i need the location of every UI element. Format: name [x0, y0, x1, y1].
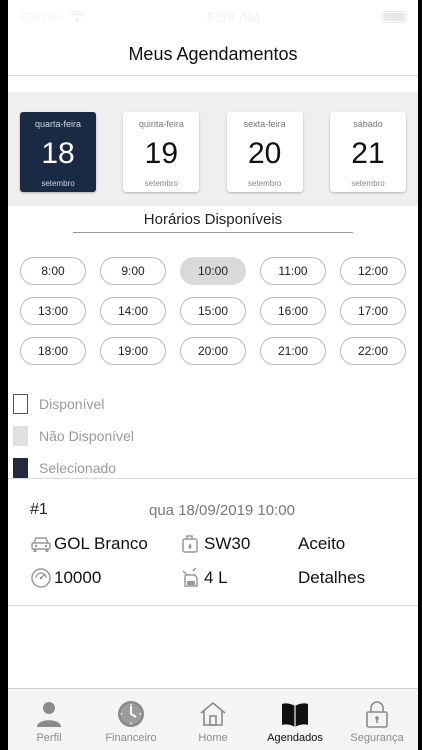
legend-label: Disponível	[39, 396, 105, 412]
legend-available: Disponível	[13, 388, 134, 420]
page-title: Meus Agendamentos	[128, 44, 298, 64]
time-slot[interactable]: 17:00	[340, 297, 406, 325]
day-card-1[interactable]: quinta-feira 19 setembro	[123, 112, 200, 192]
odometer-icon	[31, 568, 51, 588]
status-bar: Carrier 6:39 AM	[8, 0, 418, 34]
time-slot[interactable]: 15:00	[180, 297, 246, 325]
quantity-label: 4 L	[204, 568, 228, 587]
time-slot[interactable]: 20:00	[180, 337, 246, 365]
tab-label: Perfil	[36, 732, 62, 744]
tab-label: Home	[198, 732, 228, 744]
appointment-row: 10000 4 L Detalhes	[30, 565, 408, 591]
tab-label: Segurança	[350, 732, 404, 744]
day-number: 19	[144, 137, 179, 170]
time-slot[interactable]: 22:00	[340, 337, 406, 365]
car-icon	[31, 537, 51, 552]
tab-perfil[interactable]: Perfil	[9, 698, 89, 744]
page-title-bar: Meus Agendamentos	[8, 34, 418, 76]
legend-swatch-unavailable	[13, 426, 28, 446]
appointment-card[interactable]: #1 qua 18/09/2019 10:00 GOL Branco SW30 …	[8, 478, 418, 606]
day-month: setembro	[144, 179, 178, 188]
legend-label: Selecionado	[39, 460, 117, 476]
day-weekday: sexta-feira	[243, 119, 286, 129]
tab-label: Financeiro	[105, 732, 157, 744]
day-number: 21	[351, 137, 385, 170]
house-icon	[200, 701, 226, 726]
oil-type-label: SW30	[204, 534, 251, 553]
mileage-label: 10000	[54, 568, 102, 587]
legend: Disponível Não Disponível Selecionado	[13, 388, 134, 484]
wifi-icon	[68, 11, 85, 22]
day-number: 20	[247, 137, 282, 170]
tab-label: Agendados	[267, 732, 323, 744]
day-weekday: quarta-feira	[34, 119, 82, 129]
appointment-status: Aceito	[298, 534, 346, 553]
carrier-label: Carrier	[20, 9, 63, 25]
appointment-row: GOL Branco SW30 Aceito	[30, 531, 408, 557]
tab-financeiro[interactable]: Financeiro	[91, 698, 171, 744]
appointment-datetime: qua 18/09/2019 10:00	[149, 502, 295, 519]
slots-heading: Horários Disponíveis	[73, 211, 353, 233]
tab-home[interactable]: Home	[173, 698, 253, 744]
person-icon	[37, 702, 61, 727]
time-slot[interactable]: 16:00	[260, 297, 326, 325]
day-card-0[interactable]: quarta-feira 18 setembro	[20, 112, 96, 192]
appointment-id: #1	[30, 501, 48, 518]
oil-can-icon	[182, 535, 198, 553]
time-slot[interactable]: 18:00	[20, 337, 86, 365]
time-slot[interactable]: 12:00	[340, 257, 406, 285]
status-time: 6:39 AM	[206, 9, 260, 25]
tab-bar: Perfil Financeiro Home Agendados Seguran…	[8, 688, 418, 750]
app-screen: Carrier 6:39 AM Meus Agendamentos quarta…	[8, 0, 418, 750]
time-slot-unavailable[interactable]: 10:00	[180, 257, 246, 285]
tab-agendados[interactable]: Agendados	[255, 698, 335, 744]
time-slot-grid: 8:00 9:00 10:00 11:00 12:00 13:00 14:00 …	[20, 257, 406, 365]
time-slot[interactable]: 13:00	[20, 297, 86, 325]
book-icon	[282, 703, 308, 727]
lock-icon	[366, 701, 388, 728]
car-label: GOL Branco	[54, 534, 148, 553]
day-weekday: sábado	[353, 119, 383, 129]
time-slot[interactable]: 19:00	[100, 337, 166, 365]
legend-swatch-selected	[13, 458, 28, 478]
tab-seguranca[interactable]: Segurança	[337, 698, 417, 744]
legend-swatch-available	[13, 394, 28, 414]
time-slot[interactable]: 21:00	[260, 337, 326, 365]
battery-icon	[381, 11, 406, 23]
day-number: 18	[41, 137, 75, 170]
details-link[interactable]: Detalhes	[298, 568, 365, 588]
day-weekday: quinta-feira	[138, 119, 184, 129]
day-selector: quarta-feira 18 setembro quinta-feira 19…	[8, 92, 418, 206]
oil-bottle-icon	[182, 567, 198, 587]
time-slot[interactable]: 14:00	[100, 297, 166, 325]
day-month: setembro	[247, 179, 282, 188]
day-card-2[interactable]: sexta-feira 20 setembro	[226, 112, 303, 192]
legend-unavailable: Não Disponível	[13, 420, 134, 452]
day-month: setembro	[41, 179, 75, 188]
day-month: setembro	[351, 179, 385, 188]
legend-label: Não Disponível	[39, 428, 134, 444]
time-slot[interactable]: 9:00	[100, 257, 166, 285]
time-slot[interactable]: 11:00	[260, 257, 326, 285]
time-slot[interactable]: 8:00	[20, 257, 86, 285]
day-card-3[interactable]: sábado 21 setembro	[329, 112, 406, 192]
clock-icon	[118, 701, 144, 727]
